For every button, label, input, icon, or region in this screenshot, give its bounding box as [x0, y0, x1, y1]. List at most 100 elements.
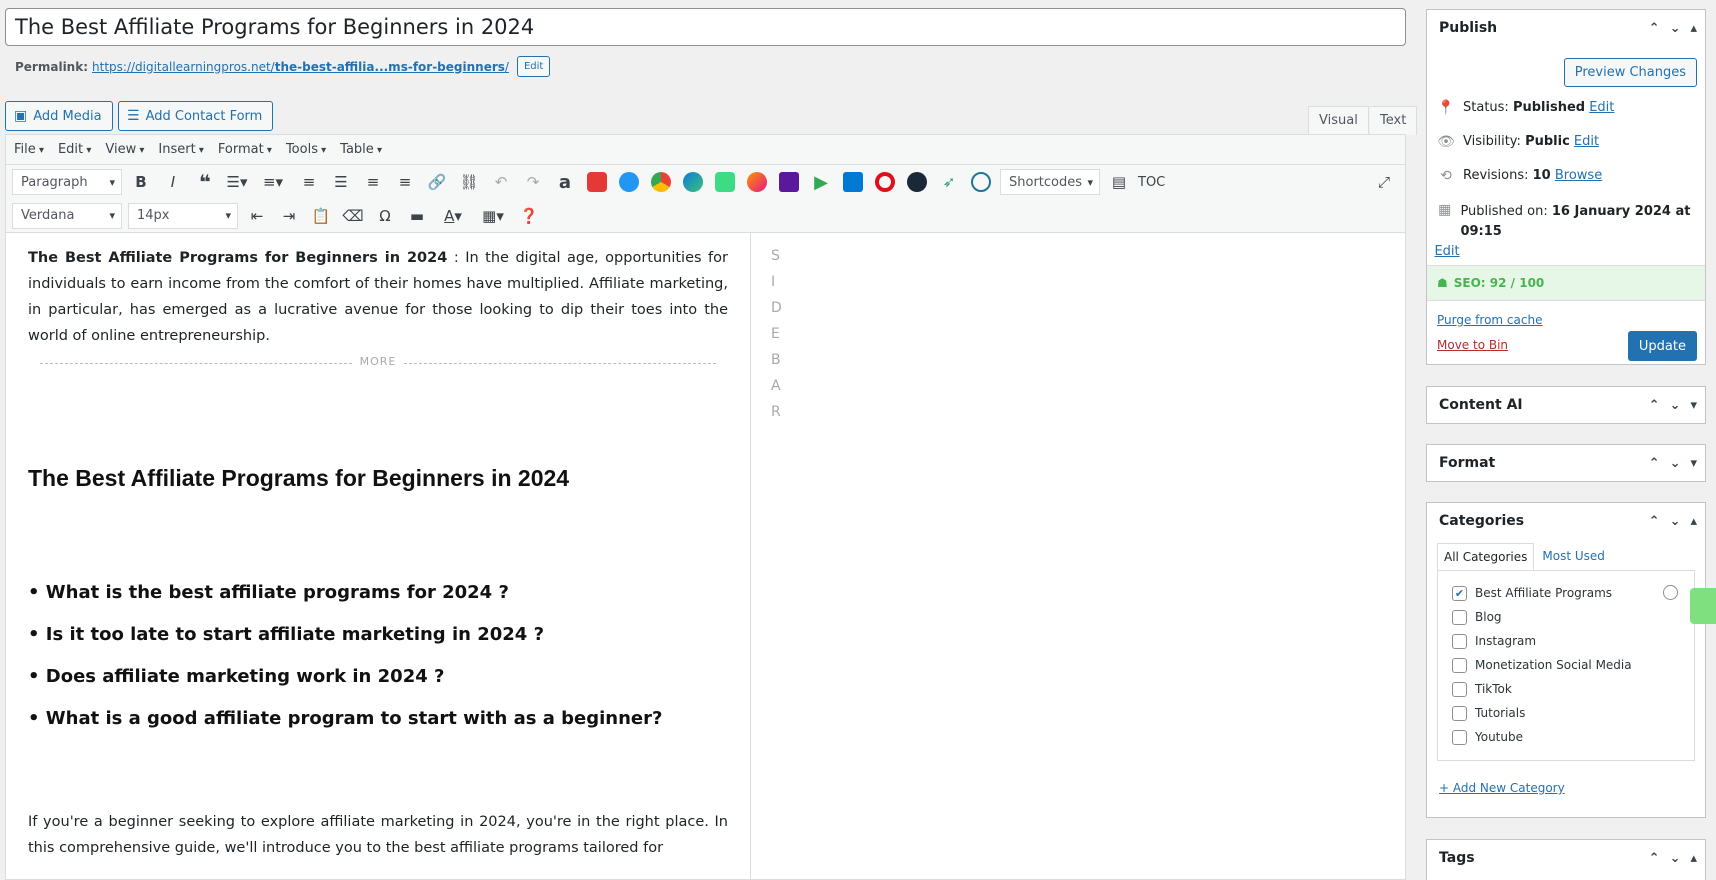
checkbox[interactable]: ✔: [1452, 585, 1467, 601]
font-family-select[interactable]: Verdana: [12, 202, 122, 229]
feather-icon[interactable]: ➶: [936, 169, 962, 195]
align-center-icon[interactable]: ≡: [360, 169, 386, 195]
tags-header[interactable]: Tags ⌃ ⌄ ▴: [1427, 840, 1705, 876]
wordpress-icon[interactable]: [968, 169, 994, 195]
toc-icon[interactable]: ▤: [1106, 169, 1132, 195]
horizontal-line-icon[interactable]: ▬: [404, 203, 430, 229]
chevron-down-icon[interactable]: ⌄: [1670, 398, 1681, 413]
numbered-list-icon[interactable]: ≡▾: [256, 169, 290, 195]
checkbox[interactable]: [1452, 657, 1467, 673]
chevron-up-icon[interactable]: ⌃: [1649, 514, 1660, 529]
list-item[interactable]: Tutorials: [1452, 701, 1680, 725]
menu-file[interactable]: File: [14, 142, 44, 157]
seo-score[interactable]: ☗ SEO: 92 / 100: [1427, 265, 1705, 301]
checkbox[interactable]: [1452, 705, 1467, 721]
gog-icon[interactable]: [776, 169, 802, 195]
preview-changes-button[interactable]: Preview Changes: [1563, 58, 1697, 87]
menu-view[interactable]: View: [105, 142, 144, 157]
checkbox[interactable]: [1452, 729, 1467, 745]
android-icon[interactable]: [712, 169, 738, 195]
toggle-icon[interactable]: ▾: [1690, 456, 1697, 471]
visibility-edit-link[interactable]: Edit: [1574, 134, 1599, 149]
paragraph-select[interactable]: Paragraph: [12, 169, 122, 195]
toc-label[interactable]: TOC: [1138, 175, 1165, 190]
editor-content[interactable]: The Best Affiliate Programs for Beginner…: [6, 233, 751, 880]
chevron-up-icon[interactable]: ⌃: [1649, 851, 1660, 866]
indent-icon[interactable]: ⇥: [276, 203, 302, 229]
toggle-icon[interactable]: ▴: [1690, 514, 1697, 529]
publish-box-header[interactable]: Publish ⌃ ⌄ ▴: [1427, 10, 1705, 46]
blockquote-icon[interactable]: ❝: [192, 169, 218, 195]
text-color-icon[interactable]: A ▾: [436, 203, 470, 229]
align-justify-icon[interactable]: ☰: [328, 169, 354, 195]
add-new-category-link[interactable]: + Add New Category: [1439, 781, 1565, 795]
browse-revisions-link[interactable]: Browse: [1555, 168, 1602, 183]
chevron-down-icon[interactable]: ⌄: [1670, 456, 1681, 471]
amazon-icon[interactable]: a: [552, 169, 578, 195]
update-button[interactable]: Update: [1627, 331, 1697, 361]
bold-icon[interactable]: B: [128, 169, 154, 195]
menu-format[interactable]: Format: [218, 142, 272, 157]
tab-visual[interactable]: Visual: [1308, 106, 1369, 135]
list-item[interactable]: Blog: [1452, 605, 1680, 629]
help-icon[interactable]: ❓: [516, 203, 542, 229]
chevron-up-icon[interactable]: ⌃: [1649, 21, 1660, 36]
published-edit-link[interactable]: Edit: [1434, 244, 1459, 259]
chevron-up-icon[interactable]: ⌃: [1649, 398, 1660, 413]
opera-icon[interactable]: [872, 169, 898, 195]
chevron-down-icon[interactable]: ⌄: [1670, 851, 1681, 866]
format-header[interactable]: Format ⌃ ⌄ ▾: [1427, 445, 1705, 481]
bullet-list-icon[interactable]: ☰▾: [224, 169, 250, 195]
align-left-icon[interactable]: ≡: [296, 169, 322, 195]
permalink-link[interactable]: https://digitallearningpros.net/the-best…: [92, 60, 509, 74]
tab-most-used[interactable]: Most Used: [1536, 543, 1611, 571]
google-play-icon[interactable]: ▶: [808, 169, 834, 195]
firefox-icon[interactable]: [744, 169, 770, 195]
checkbox[interactable]: [1452, 633, 1467, 649]
menu-tools[interactable]: Tools: [286, 142, 326, 157]
list-item[interactable]: Instagram: [1452, 629, 1680, 653]
checkbox[interactable]: [1452, 609, 1467, 625]
toggle-icon[interactable]: ▾: [1690, 398, 1697, 413]
link-icon[interactable]: 🔗: [424, 169, 450, 195]
align-right-icon[interactable]: ≡: [392, 169, 418, 195]
menu-table[interactable]: Table: [340, 142, 382, 157]
clear-format-icon[interactable]: ⌫: [340, 203, 366, 229]
list-item[interactable]: Youtube: [1452, 725, 1680, 749]
post-title-input[interactable]: The Best Affiliate Programs for Beginner…: [5, 8, 1406, 46]
chevron-down-icon[interactable]: ⌄: [1670, 514, 1681, 529]
categories-header[interactable]: Categories ⌃ ⌄ ▴: [1427, 503, 1705, 539]
add-contact-form-button[interactable]: ☰ Add Contact Form: [118, 101, 274, 131]
primary-category-radio[interactable]: [1663, 585, 1678, 600]
move-to-bin-link[interactable]: Move to Bin: [1437, 338, 1508, 352]
table-icon[interactable]: ▦▾: [476, 203, 510, 229]
toggle-icon[interactable]: ▴: [1690, 21, 1697, 36]
shortcodes-select[interactable]: Shortcodes: [1000, 169, 1100, 195]
chrome-icon[interactable]: [648, 169, 674, 195]
speed-widget-icon[interactable]: [1690, 588, 1716, 624]
menu-insert[interactable]: Insert: [158, 142, 204, 157]
permalink-edit-button[interactable]: Edit: [516, 56, 551, 77]
fullscreen-icon[interactable]: ⤢: [1371, 169, 1397, 195]
list-item[interactable]: Monetization Social Media: [1452, 653, 1680, 677]
post-editor[interactable]: File Edit View Insert Format Tools Table…: [5, 134, 1406, 880]
content-ai-header[interactable]: Content AI ⌃ ⌄ ▾: [1427, 387, 1705, 423]
redo-icon[interactable]: ↷: [520, 169, 546, 195]
huawei-icon[interactable]: [584, 169, 610, 195]
steam-icon[interactable]: [904, 169, 930, 195]
checkbox[interactable]: [1452, 681, 1467, 697]
undo-icon[interactable]: ↶: [488, 169, 514, 195]
app-store-icon[interactable]: [616, 169, 642, 195]
status-edit-link[interactable]: Edit: [1589, 100, 1614, 115]
purge-cache-link[interactable]: Purge from cache: [1437, 313, 1542, 327]
edge-icon[interactable]: [680, 169, 706, 195]
tab-all-categories[interactable]: All Categories: [1437, 543, 1535, 571]
toggle-icon[interactable]: ▴: [1690, 851, 1697, 866]
list-item[interactable]: ✔ Best Affiliate Programs: [1452, 581, 1680, 605]
italic-icon[interactable]: I: [160, 169, 186, 195]
font-size-select[interactable]: 14px: [128, 202, 238, 229]
tab-text[interactable]: Text: [1370, 106, 1418, 135]
menu-edit[interactable]: Edit: [58, 142, 91, 157]
add-media-button[interactable]: ▣ Add Media: [5, 101, 113, 131]
chevron-up-icon[interactable]: ⌃: [1649, 456, 1660, 471]
